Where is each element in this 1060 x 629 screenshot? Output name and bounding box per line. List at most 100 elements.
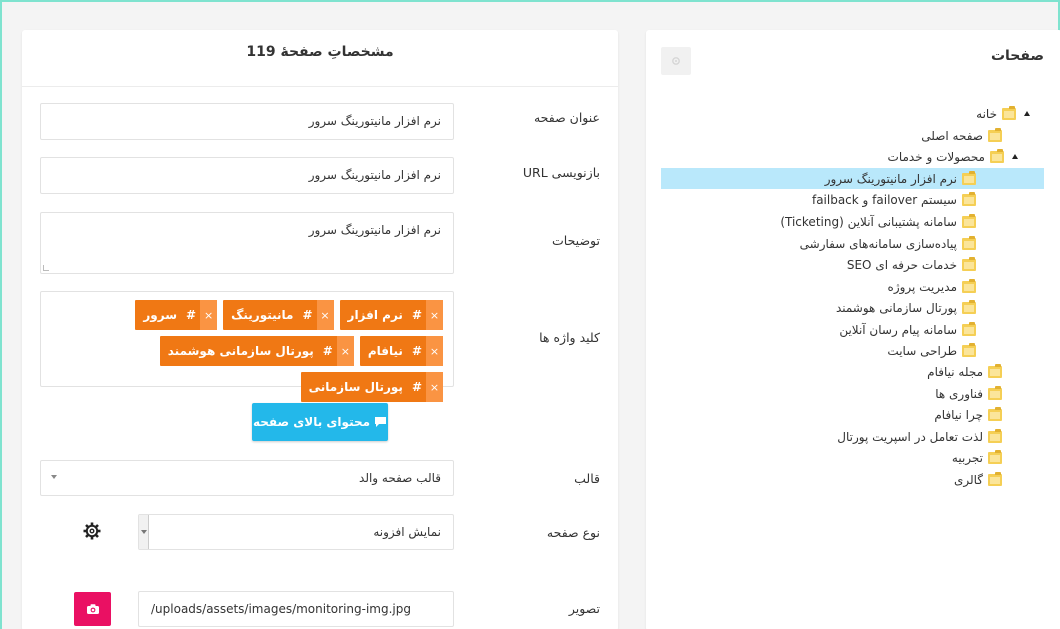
tree-item[interactable]: خدمات حرفه ای SEO <box>847 254 976 275</box>
template-select[interactable]: قالب صفحه والد <box>40 460 454 496</box>
tag-label: سرور <box>143 308 178 322</box>
tag-remove-icon[interactable]: × <box>426 300 443 330</box>
tree-item[interactable]: مدیریت پروژه <box>888 276 976 297</box>
image-path-input[interactable]: /uploads/assets/images/monitoring-img.jp… <box>138 591 454 627</box>
page-properties-title: مشخصاتِ صفحهٔ 119 <box>246 44 394 60</box>
tree-item-label: فناوری ها <box>935 386 983 401</box>
page-tree: خانه صفحه اصلی محصولات و خدمات نرم افزار… <box>646 30 1060 629</box>
image-picker-button[interactable] <box>74 592 111 626</box>
folder-icon <box>988 385 1002 400</box>
tree-item[interactable]: سیستم failover و failback <box>812 189 976 210</box>
keyword-tag: × # پورتال سازمانی هوشمند <box>159 336 354 366</box>
tag-label: نیافام <box>367 344 403 358</box>
folder-icon <box>962 342 976 357</box>
tag-remove-icon[interactable]: × <box>336 336 354 366</box>
tree-item-label: نرم افزار مانیتورینگ سرور <box>824 171 957 186</box>
expand-toggle-icon[interactable] <box>1012 154 1018 159</box>
keyword-tag: × # نیافام <box>359 336 443 366</box>
tree-item[interactable]: پیاده‌سازی سامانه‌های سفارشی <box>800 233 976 254</box>
url-rewrite-label: بازنویسی URL <box>522 165 600 180</box>
tree-item[interactable]: پورتال سازمانی هوشمند <box>836 297 976 318</box>
folder-icon <box>962 191 976 206</box>
gear-icon[interactable] <box>82 521 102 541</box>
tree-item-label: خدمات حرفه ای SEO <box>846 257 957 272</box>
tag-remove-icon[interactable]: × <box>426 372 443 402</box>
tree-item-label: سامانه پیام رسان آنلاین <box>839 322 957 337</box>
description-label: توضیحات <box>552 233 600 248</box>
expand-toggle-icon[interactable] <box>1024 111 1030 116</box>
tree-item[interactable]: مجله نیافام <box>927 361 1002 382</box>
image-label: تصویر <box>568 601 600 616</box>
folder-icon <box>962 170 976 185</box>
tree-item-label: سامانه پشتیبانی آنلاین (Ticketing) <box>780 214 957 229</box>
title-divider <box>22 86 618 87</box>
keyword-tag: × # مانیتورینگ <box>223 300 334 330</box>
top-content-button-label: محتوای بالای صفحه <box>252 415 371 429</box>
folder-icon <box>988 406 1002 421</box>
tree-item-home[interactable]: خانه <box>976 103 1030 124</box>
tree-item-label: پیاده‌سازی سامانه‌های سفارشی <box>799 236 957 251</box>
tree-item[interactable]: لذت تعامل در اسپریت پورتال <box>837 426 1002 447</box>
tree-item-label: چرا نیافام <box>934 407 983 422</box>
folder-icon <box>988 363 1002 378</box>
comment-icon <box>375 417 387 427</box>
resize-grip-icon[interactable] <box>43 265 49 271</box>
tree-item[interactable]: فناوری ها <box>935 383 1002 404</box>
keyword-tag: × # نرم افزار <box>339 300 443 330</box>
tag-label: پورتال سازمانی <box>308 380 403 394</box>
tree-item[interactable]: سامانه پشتیبانی آنلاین (Ticketing) <box>780 211 976 232</box>
tree-item[interactable]: تجربیه <box>952 447 1002 468</box>
tag-hash: # <box>411 344 422 358</box>
tree-item-label: خانه <box>976 106 997 121</box>
folder-icon <box>990 148 1004 163</box>
pages-panel: صفحات خانه صفحه اصلی محصولات و خدمات نرم… <box>646 30 1060 629</box>
folder-icon <box>988 449 1002 464</box>
tag-remove-icon[interactable]: × <box>426 336 443 366</box>
folder-icon <box>1002 105 1016 120</box>
folder-icon <box>962 235 976 250</box>
folder-icon <box>962 299 976 314</box>
tag-hash: # <box>411 308 422 322</box>
tree-item-products[interactable]: محصولات و خدمات <box>888 146 1018 167</box>
tag-label: پورتال سازمانی هوشمند <box>167 344 314 358</box>
page-title-label: عنوان صفحه <box>533 110 600 125</box>
tree-item-label: صفحه اصلی <box>921 128 983 143</box>
tree-item-label: طراحی سایت <box>887 343 957 358</box>
tree-item-label: سیستم failover و failback <box>811 192 957 207</box>
tree-item[interactable]: چرا نیافام <box>934 404 1002 425</box>
keyword-tag: × # پورتال سازمانی <box>300 372 443 402</box>
caret-down-icon <box>51 475 57 479</box>
tree-item[interactable]: طراحی سایت <box>887 340 976 361</box>
page-title-input[interactable]: نرم افزار مانیتورینگ سرور <box>40 103 454 140</box>
folder-icon <box>962 321 976 336</box>
page-type-value: نمایش افزونه <box>373 525 441 539</box>
tree-item[interactable]: صفحه اصلی <box>921 125 1002 146</box>
tree-item-selected[interactable]: نرم افزار مانیتورینگ سرور <box>661 168 1044 189</box>
folder-icon <box>988 127 1002 142</box>
page-type-select[interactable]: نمایش افزونه <box>138 514 454 550</box>
tag-label: نرم افزار <box>347 308 403 322</box>
keywords-label: کلید واژه ها <box>539 330 600 345</box>
tree-item[interactable]: سامانه پیام رسان آنلاین <box>839 319 976 340</box>
page-type-label: نوع صفحه <box>546 525 600 540</box>
tree-item-label: گالری <box>953 472 983 487</box>
tree-item[interactable]: گالری <box>954 469 1002 490</box>
folder-icon <box>988 428 1002 443</box>
url-rewrite-input[interactable]: نرم افزار مانیتورینگ سرور <box>40 157 454 194</box>
tag-label: مانیتورینگ <box>231 308 294 322</box>
tag-hash: # <box>302 308 313 322</box>
tag-remove-icon[interactable]: × <box>316 300 334 330</box>
tag-remove-icon[interactable]: × <box>200 300 218 330</box>
app-frame: مشخصاتِ صفحهٔ 119 عنوان صفحه نرم افزار م… <box>0 0 1060 629</box>
keyword-tag: × # سرور <box>135 300 218 330</box>
folder-icon <box>988 471 1002 486</box>
keywords-tag-input[interactable]: × # نرم افزار × # مانیتورینگ × # سرور × … <box>40 291 454 402</box>
description-textarea[interactable]: نرم افزار مانیتورینگ سرور <box>40 212 454 274</box>
tag-hash: # <box>322 344 333 358</box>
tree-item-label: پورتال سازمانی هوشمند <box>835 300 957 315</box>
tree-item-label: لذت تعامل در اسپریت پورتال <box>837 429 983 444</box>
select-arrow-icon <box>139 515 149 549</box>
top-content-button[interactable]: محتوای بالای صفحه <box>252 403 388 441</box>
page-properties-panel: مشخصاتِ صفحهٔ 119 عنوان صفحه نرم افزار م… <box>22 30 618 629</box>
folder-icon <box>962 213 976 228</box>
